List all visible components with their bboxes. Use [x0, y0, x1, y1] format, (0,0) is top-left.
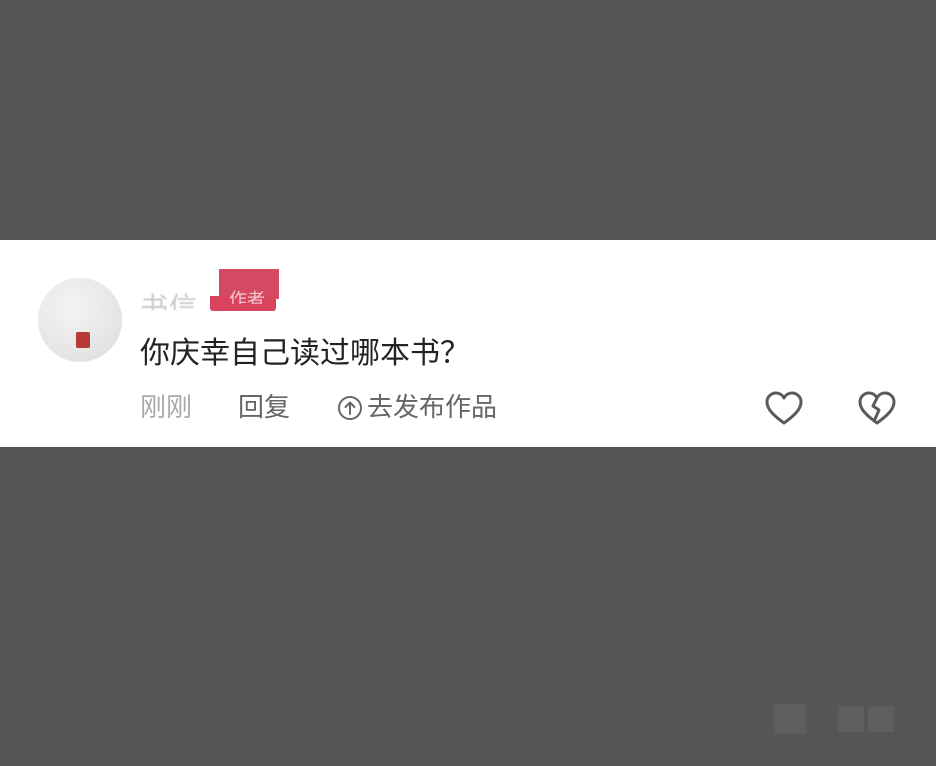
watermark-block — [838, 706, 864, 732]
author-badge-text: 作者 — [229, 290, 265, 305]
publish-work-label: 去发布作品 — [367, 393, 498, 423]
heart-outline-icon — [765, 391, 803, 425]
comment-text: 你庆幸自己读过哪本书？ — [140, 336, 470, 371]
up-arrow-circle-icon — [337, 395, 363, 421]
comment-time: 刚刚 — [140, 393, 193, 423]
watermark-block — [868, 706, 894, 732]
watermark-block — [774, 704, 806, 734]
reply-button[interactable]: 回复 — [238, 391, 290, 425]
red-seal-icon — [76, 332, 90, 348]
comment-card: 书信 作者 你庆幸自己读过哪本书？ 刚刚 回复 去发布作品 — [0, 240, 936, 447]
username[interactable]: 书信 — [140, 280, 199, 311]
publish-work-button[interactable]: 去发布作品 — [337, 391, 497, 425]
dislike-button[interactable] — [856, 390, 898, 428]
avatar[interactable] — [38, 278, 122, 362]
author-badge-label: 作者 — [219, 286, 275, 305]
broken-heart-icon — [858, 391, 896, 425]
watermark — [742, 700, 902, 740]
like-button[interactable] — [764, 390, 804, 428]
username-text: 书信 — [140, 291, 199, 311]
